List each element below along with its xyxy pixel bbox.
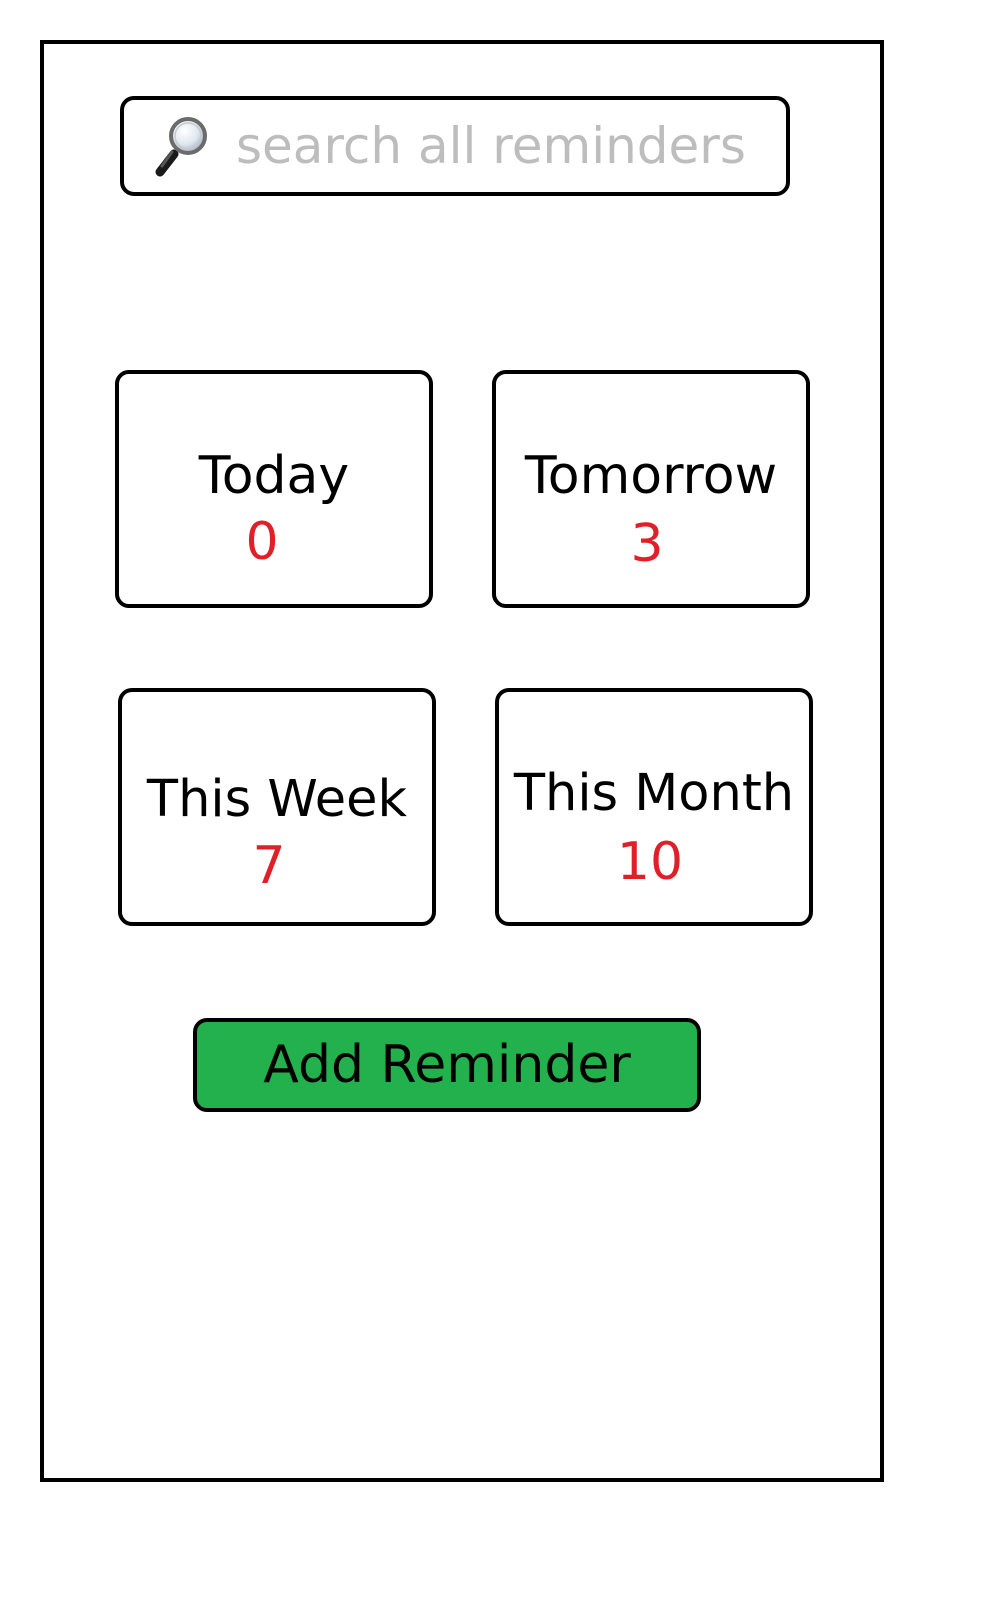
tile-today[interactable]: Today 0 [115, 370, 433, 608]
tile-this-month[interactable]: This Month 10 [495, 688, 813, 926]
search-icon [155, 117, 207, 177]
tile-this-month-label: This Month [513, 764, 795, 823]
tile-tomorrow-count: 3 [630, 514, 664, 574]
tile-this-month-count: 10 [616, 832, 684, 892]
tile-this-week[interactable]: This Week 7 [118, 688, 436, 926]
search-bar[interactable] [120, 96, 790, 196]
tile-tomorrow[interactable]: Tomorrow 3 [492, 370, 810, 608]
tile-today-label: Today [198, 446, 350, 506]
search-input[interactable] [236, 117, 776, 175]
tile-this-week-label: This Week [146, 770, 408, 829]
add-reminder-button[interactable]: Add Reminder [193, 1018, 701, 1112]
tile-tomorrow-label: Tomorrow [524, 446, 778, 506]
tile-this-week-count: 7 [252, 836, 286, 896]
tile-today-count: 0 [245, 512, 279, 572]
